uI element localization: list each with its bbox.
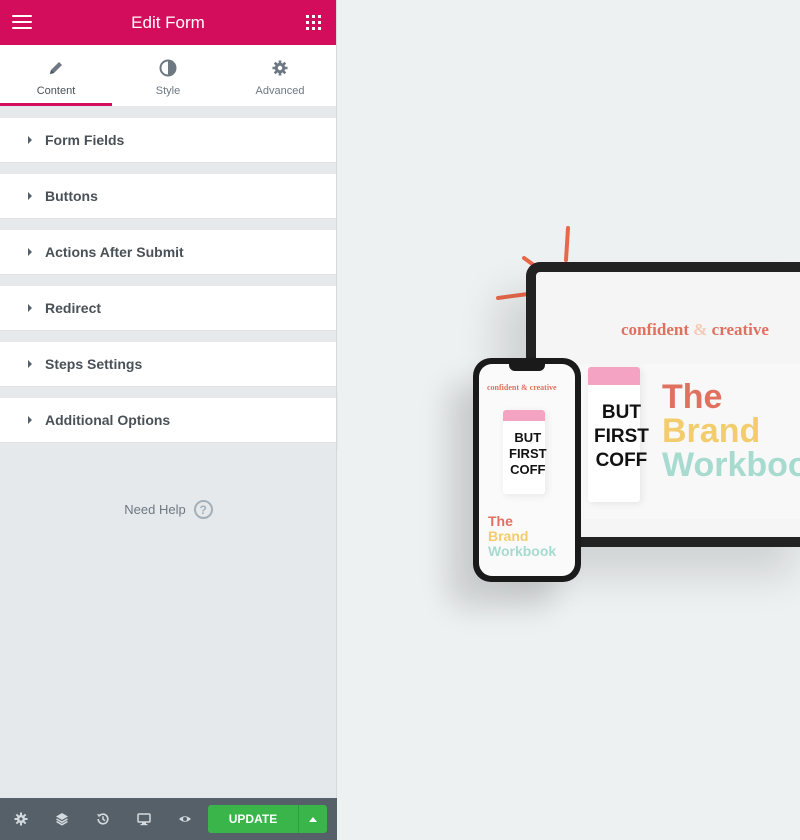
section-actions-after-submit[interactable]: Actions After Submit	[0, 230, 336, 274]
section-list: Form Fields Buttons Actions After Submit…	[0, 118, 336, 442]
phone-brand-text: confident & creative	[487, 383, 557, 392]
caret-right-icon	[28, 360, 32, 368]
need-help-link[interactable]: Need Help ?	[0, 500, 337, 519]
section-form-fields[interactable]: Form Fields	[0, 118, 336, 162]
cup-text: BUT FIRST COFF	[594, 402, 649, 471]
section-redirect[interactable]: Redirect	[0, 286, 336, 330]
title-line-1: The	[488, 513, 513, 529]
tab-style[interactable]: Style	[112, 45, 224, 106]
tab-style-label: Style	[155, 85, 181, 97]
title-line-2: Brand	[488, 528, 529, 544]
history-icon[interactable]	[82, 798, 123, 840]
cup-text: BUT FIRST COFF	[509, 430, 547, 477]
section-label: Form Fields	[45, 132, 125, 148]
editor-panel: Edit Form Content Style Advanced Form Fi…	[0, 0, 337, 840]
caret-right-icon	[28, 248, 32, 256]
caret-right-icon	[28, 136, 32, 144]
brand-word-1: confident	[621, 320, 689, 339]
tab-advanced[interactable]: Advanced	[224, 45, 336, 106]
preview-canvas: confident & creative BUT FIRST COFF The …	[338, 0, 800, 840]
update-button[interactable]: UPDATE	[208, 805, 298, 833]
gear-icon	[271, 59, 289, 77]
coffee-cup-image: BUT FIRST COFF	[503, 410, 547, 494]
section-label: Additional Options	[45, 412, 171, 428]
title-line-2: Brand	[662, 412, 761, 450]
pencil-icon	[47, 59, 65, 77]
cup-lid	[503, 410, 545, 421]
widgets-grid-icon[interactable]	[306, 15, 321, 30]
phone-screen: confident & creative BUT FIRST COFF The …	[479, 364, 575, 576]
save-options-toggle[interactable]	[298, 805, 327, 833]
preview-eye-icon[interactable]	[164, 798, 205, 840]
section-buttons[interactable]: Buttons	[0, 174, 336, 218]
panel-tabs: Content Style Advanced	[0, 45, 336, 106]
section-additional-options[interactable]: Additional Options	[0, 398, 336, 442]
contrast-icon	[159, 59, 177, 77]
tab-content[interactable]: Content	[0, 45, 112, 106]
title-line-3: Workbook	[488, 543, 557, 559]
panel-header: Edit Form	[0, 0, 336, 45]
caret-right-icon	[28, 416, 32, 424]
laptop-brand-text: confident & creative	[621, 320, 769, 340]
section-steps-settings[interactable]: Steps Settings	[0, 342, 336, 386]
section-label: Redirect	[45, 300, 102, 316]
question-circle-icon: ?	[193, 500, 213, 519]
tab-advanced-label: Advanced	[255, 85, 305, 97]
caret-up-icon	[309, 816, 317, 822]
laptop-book-title: The Brand Workbook	[662, 380, 800, 482]
need-help-label: Need Help	[124, 502, 186, 517]
section-label: Actions After Submit	[45, 244, 184, 260]
section-label: Steps Settings	[45, 356, 143, 372]
title-line-1: The	[662, 378, 723, 416]
caret-right-icon	[28, 192, 32, 200]
brand-ampersand: &	[693, 320, 708, 339]
phone-book-title: The Brand Workbook	[488, 514, 556, 559]
phone-notch	[509, 364, 545, 371]
cup-lid	[588, 367, 640, 385]
update-button-group: UPDATE	[208, 805, 327, 833]
layers-icon[interactable]	[41, 798, 82, 840]
phone-mockup: confident & creative BUT FIRST COFF The …	[473, 358, 581, 582]
title-line-3: Workbook	[662, 446, 800, 484]
responsive-icon[interactable]	[123, 798, 164, 840]
coffee-cup-image: BUT FIRST COFF	[588, 367, 649, 502]
panel-footer: UPDATE	[0, 798, 337, 840]
tab-content-label: Content	[36, 85, 76, 97]
brand-word-2: creative	[711, 320, 769, 339]
menu-icon[interactable]	[12, 15, 32, 29]
section-label: Buttons	[45, 188, 98, 204]
settings-icon[interactable]	[0, 798, 41, 840]
caret-right-icon	[28, 304, 32, 312]
panel-title: Edit Form	[131, 12, 205, 32]
